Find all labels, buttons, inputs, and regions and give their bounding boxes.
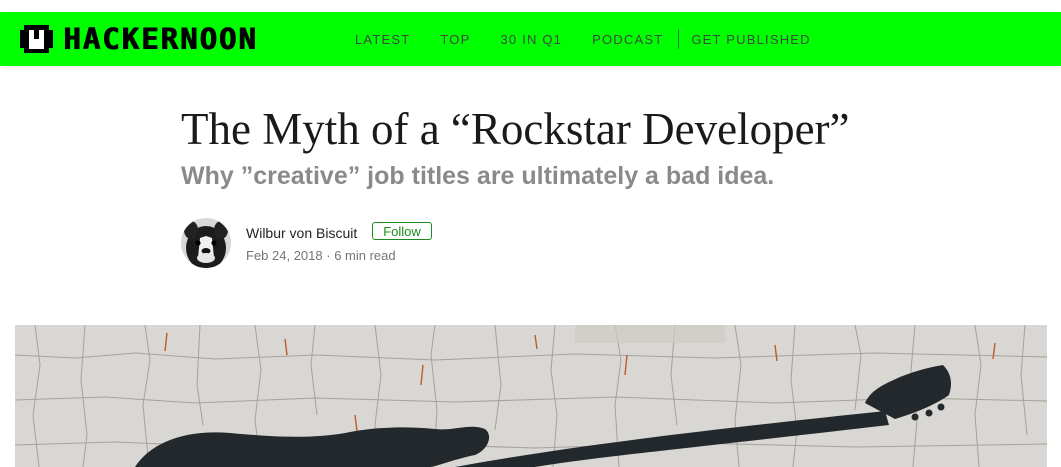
top-navbar: HACKERNOON LATEST TOP 30 IN Q1 PODCAST G… bbox=[0, 12, 1061, 66]
hackernoon-wordmark: HACKERNOON bbox=[63, 21, 258, 56]
hackernoon-logo[interactable]: HACKERNOON bbox=[20, 21, 258, 57]
hackernoon-logo-icon bbox=[20, 25, 53, 53]
hero-image bbox=[15, 325, 1047, 467]
nav-divider bbox=[678, 29, 680, 49]
article-title: The Myth of a “Rockstar Developer” bbox=[181, 104, 850, 154]
top-gap bbox=[0, 0, 1061, 12]
guitar-silhouette-image bbox=[15, 325, 1047, 467]
article-subtitle: Why ”creative” job titles are ultimately… bbox=[181, 162, 775, 190]
publish-date: Feb 24, 2018 bbox=[246, 248, 323, 263]
nav-podcast[interactable]: PODCAST bbox=[592, 32, 663, 47]
main-nav: LATEST TOP 30 IN Q1 PODCAST GET PUBLISHE… bbox=[355, 12, 841, 66]
read-time: 6 min read bbox=[334, 248, 396, 263]
article-meta: Feb 24, 2018 · 6 min read bbox=[246, 248, 396, 264]
author-name[interactable]: Wilbur von Biscuit bbox=[246, 224, 357, 242]
nav-30-in-q1[interactable]: 30 IN Q1 bbox=[500, 32, 562, 47]
nav-top[interactable]: TOP bbox=[440, 32, 470, 47]
meta-separator: · bbox=[322, 248, 335, 263]
author-avatar[interactable] bbox=[181, 218, 231, 268]
nav-latest[interactable]: LATEST bbox=[355, 32, 410, 47]
follow-button[interactable]: Follow bbox=[372, 222, 432, 240]
dog-avatar-image bbox=[181, 218, 231, 268]
nav-get-published[interactable]: GET PUBLISHED bbox=[691, 32, 810, 47]
